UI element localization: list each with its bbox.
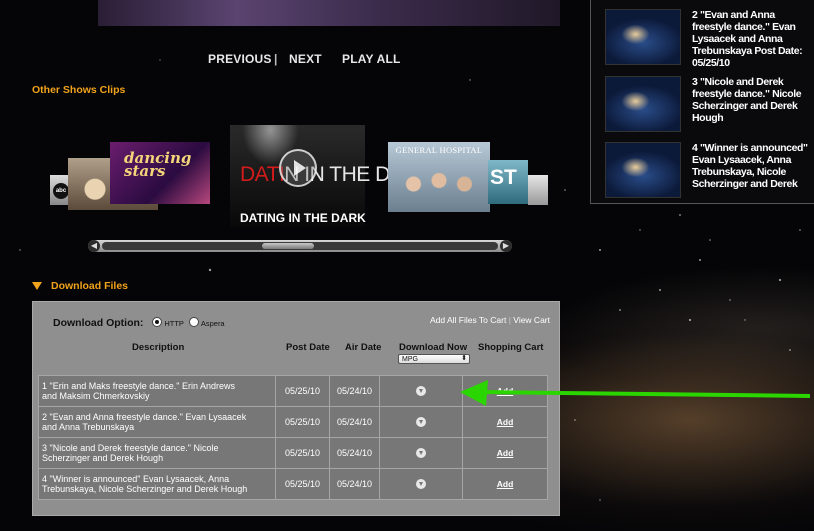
next-link[interactable]: NEXT <box>289 52 322 66</box>
row-post-date: 05/25/10 <box>275 468 330 500</box>
table-row: 2 "Evan and Anna freestyle dance." Evan … <box>38 406 548 438</box>
expand-triangle-icon[interactable] <box>32 282 42 291</box>
view-cart-link[interactable]: View Cart <box>513 315 550 325</box>
row-download-cell <box>379 406 463 438</box>
description-line: and Maksim Chmerkovskiy <box>42 391 150 401</box>
http-radio-label[interactable]: HTTP <box>164 319 184 328</box>
downloads-table: 1 "Erin and Maks freestyle dance." Erin … <box>38 375 548 500</box>
header-post-date: Post Date <box>286 342 330 353</box>
row-download-cell <box>379 375 463 407</box>
abc-logo: abc <box>53 183 69 199</box>
show-card-st[interactable]: ST <box>488 160 528 204</box>
download-files-header[interactable]: Download Files <box>32 280 128 292</box>
row-air-date: 05/24/10 <box>329 406 380 438</box>
show-card-general-hospital[interactable]: GENERAL HOSPITAL <box>388 142 490 212</box>
download-option-label: Download Option: <box>53 317 144 329</box>
header-air-date: Air Date <box>345 342 382 353</box>
st-logo: ST <box>490 166 517 189</box>
cart-links: Add All Files To Cart | View Cart <box>430 315 550 325</box>
video-player-strip[interactable] <box>98 0 560 26</box>
add-to-cart-link[interactable]: Add <box>497 386 514 396</box>
playlist-item-text[interactable]: 2 "Evan and Anna freestyle dance." Evan … <box>692 9 812 69</box>
playlist-thumbnail[interactable] <box>605 76 681 132</box>
aspera-radio[interactable] <box>188 317 199 327</box>
row-description: 1 "Erin and Maks freestyle dance." Erin … <box>38 375 276 407</box>
show-card-dancing-with-the-stars[interactable]: dancing stars <box>110 142 210 204</box>
row-download-cell <box>379 468 463 500</box>
row-cart-cell: Add <box>462 468 548 500</box>
description-line: Trebunskaya, Nicole Scherzinger and Dere… <box>42 484 248 494</box>
download-icon[interactable] <box>416 417 426 428</box>
previous-link[interactable]: PREVIOUS <box>208 52 272 66</box>
logo-red-part: DATI <box>240 163 285 186</box>
playlist-item[interactable]: 3 "Nicole and Derek freestyle dance." Ni… <box>605 76 811 134</box>
add-to-cart-link[interactable]: Add <box>497 448 514 458</box>
row-description: 3 "Nicole and Derek freestyle dance." Ni… <box>38 437 276 469</box>
page-background: PREVIOUS | NEXT PLAY ALL 2 "Evan and Ann… <box>0 0 814 531</box>
dwts-logo: dancing stars <box>124 149 192 180</box>
playlist-item-text[interactable]: 3 "Nicole and Derek freestyle dance." Ni… <box>692 76 812 124</box>
row-cart-cell: Add <box>462 406 548 438</box>
playlist-item[interactable]: 2 "Evan and Anna freestyle dance." Evan … <box>605 9 812 69</box>
scroll-left-icon[interactable]: ◀ <box>88 240 100 252</box>
scroll-right-icon[interactable]: ▶ <box>500 240 512 252</box>
nav-separator: | <box>274 52 278 66</box>
row-air-date: 05/24/10 <box>329 375 380 407</box>
link-separator: | <box>508 315 511 325</box>
description-line: and Anna Trebunskaya <box>42 422 135 432</box>
shows-carousel: abc dancing stars DATIN IN THE DARK DATI… <box>50 120 550 240</box>
general-hospital-logo: GENERAL HOSPITAL <box>395 145 483 155</box>
scrollbar-thumb[interactable] <box>262 243 314 249</box>
playlist-panel: 2 "Evan and Anna freestyle dance." Evan … <box>590 0 814 204</box>
description-line: Scherzinger and Derek Hough <box>42 453 164 463</box>
download-icon[interactable] <box>416 448 426 459</box>
add-to-cart-link[interactable]: Add <box>497 417 514 427</box>
play-icon[interactable] <box>279 149 317 187</box>
row-description: 4 "Winner is announced" Evan Lysaacek, A… <box>38 468 276 500</box>
http-radio[interactable] <box>152 317 163 327</box>
row-post-date: 05/25/10 <box>275 406 330 438</box>
row-air-date: 05/24/10 <box>329 437 380 469</box>
aspera-radio-label[interactable]: Aspera <box>201 319 225 328</box>
show-card-dating-in-the-dark[interactable]: DATIN IN THE DARK DATING IN THE DARK <box>230 125 432 227</box>
featured-show-caption: DATING IN THE DARK <box>240 211 366 225</box>
download-option-group: Download Option: HTTP Aspera <box>53 317 225 329</box>
header-shopping-cart: Shopping Cart <box>478 342 544 353</box>
row-description: 2 "Evan and Anna freestyle dance." Evan … <box>38 406 276 438</box>
download-files-title: Download Files <box>51 280 129 292</box>
download-panel: Download Option: HTTP Aspera Add All Fil… <box>32 301 560 516</box>
show-card-next[interactable] <box>528 175 548 205</box>
format-select[interactable]: MPG <box>398 354 470 364</box>
add-all-to-cart-link[interactable]: Add All Files To Cart <box>430 315 506 325</box>
carousel-scrollbar[interactable]: ◀ ▶ <box>88 240 512 252</box>
table-row: 3 "Nicole and Derek freestyle dance." Ni… <box>38 437 548 469</box>
play-all-link[interactable]: PLAY ALL <box>342 52 401 66</box>
description-line: 4 "Winner is announced" Evan Lysaacek, A… <box>42 473 230 484</box>
download-icon[interactable] <box>416 479 426 490</box>
playlist-thumbnail[interactable] <box>605 9 681 65</box>
add-to-cart-link[interactable]: Add <box>497 479 514 489</box>
description-line: 2 "Evan and Anna freestyle dance." Evan … <box>42 411 247 422</box>
download-icon[interactable] <box>416 386 426 397</box>
header-download-now: Download Now <box>399 342 468 353</box>
row-air-date: 05/24/10 <box>329 468 380 500</box>
table-row: 4 "Winner is announced" Evan Lysaacek, A… <box>38 468 548 500</box>
scrollbar-track[interactable] <box>102 242 498 250</box>
row-download-cell <box>379 437 463 469</box>
row-cart-cell: Add <box>462 375 548 407</box>
header-description: Description <box>132 342 185 353</box>
row-cart-cell: Add <box>462 437 548 469</box>
row-post-date: 05/25/10 <box>275 437 330 469</box>
description-line: 1 "Erin and Maks freestyle dance." Erin … <box>42 380 235 391</box>
playlist-item-text[interactable]: 4 "Winner is announced" Evan Lysaacek, A… <box>692 142 812 190</box>
playlist-thumbnail[interactable] <box>605 142 681 198</box>
table-row: 1 "Erin and Maks freestyle dance." Erin … <box>38 375 548 407</box>
other-shows-title: Other Shows Clips <box>32 84 126 96</box>
description-line: 3 "Nicole and Derek freestyle dance." Ni… <box>42 442 219 453</box>
row-post-date: 05/25/10 <box>275 375 330 407</box>
playlist-item[interactable]: 4 "Winner is announced" Evan Lysaacek, A… <box>605 142 811 200</box>
